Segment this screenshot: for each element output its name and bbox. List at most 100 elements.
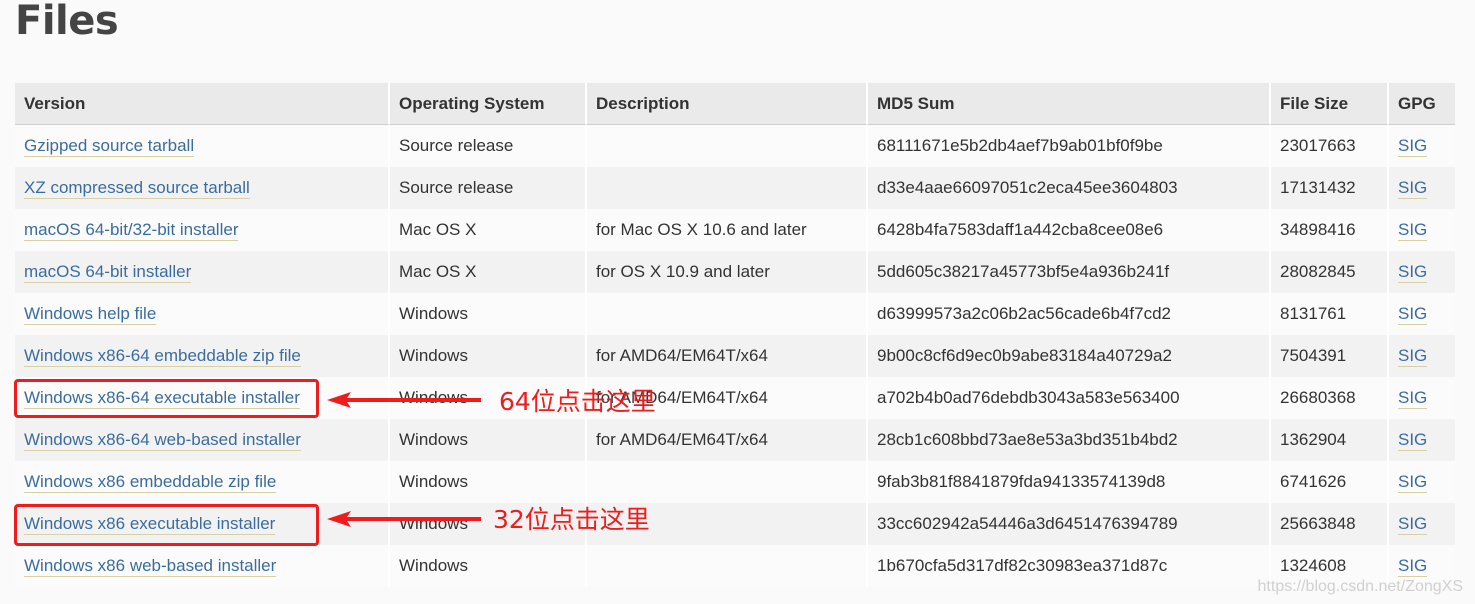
- cell-file-size: 23017663: [1271, 125, 1389, 167]
- cell-operating-system: Mac OS X: [390, 209, 587, 251]
- files-table: Version Operating System Description MD5…: [15, 83, 1455, 587]
- cell-md5-sum-text: 68111671e5b2db4aef7b9ab01bf0f9be: [877, 136, 1163, 155]
- cell-gpg: SIG: [1389, 293, 1455, 335]
- cell-operating-system: Windows: [390, 545, 587, 587]
- cell-gpg: SIG: [1389, 461, 1455, 503]
- cell-description-text: for Mac OS X 10.6 and later: [596, 220, 807, 239]
- gpg-sig-link[interactable]: SIG: [1398, 136, 1428, 157]
- cell-gpg: SIG: [1389, 419, 1455, 461]
- cell-version: Windows x86-64 embeddable zip file: [15, 335, 390, 377]
- cell-file-size: 17131432: [1271, 167, 1389, 209]
- note-64bit: 64位点击这里: [499, 387, 656, 416]
- cell-operating-system-text: Windows: [399, 304, 468, 323]
- cell-operating-system: Windows: [390, 293, 587, 335]
- cell-file-size-text: 17131432: [1280, 178, 1356, 197]
- gpg-sig-link[interactable]: SIG: [1398, 388, 1428, 409]
- gpg-sig-link[interactable]: SIG: [1398, 220, 1428, 241]
- cell-file-size: 7504391: [1271, 335, 1389, 377]
- cell-operating-system-text: Windows: [399, 472, 468, 491]
- gpg-sig-link[interactable]: SIG: [1398, 346, 1428, 367]
- table-row: Windows x86-64 executable installer Windo…: [15, 377, 1455, 419]
- cell-md5-sum: 33cc602942a54446a3d6451476394789: [868, 503, 1271, 545]
- download-link[interactable]: Windows x86-64 web-based installer: [24, 430, 301, 451]
- cell-md5-sum: 28cb1c608bbd73ae8e53a3bd351b4bd2: [868, 419, 1271, 461]
- cell-description: [587, 167, 868, 209]
- cell-version: macOS 64-bit installer: [15, 251, 390, 293]
- cell-md5-sum: a702b4b0ad76debdb3043a583e563400: [868, 377, 1271, 419]
- gpg-sig-link[interactable]: SIG: [1398, 178, 1428, 199]
- cell-md5-sum: 5dd605c38217a45773bf5e4a936b241f: [868, 251, 1271, 293]
- note-32bit: 32位点击这里: [493, 505, 650, 534]
- download-link[interactable]: Windows x86 embeddable zip file: [24, 472, 277, 493]
- gpg-sig-link[interactable]: SIG: [1398, 430, 1428, 451]
- cell-version: Windows x86 embeddable zip file: [15, 461, 390, 503]
- download-link[interactable]: Windows x86-64 embeddable zip file: [24, 346, 301, 367]
- table-row: Gzipped source tarball Source release 6811…: [15, 125, 1455, 167]
- table-row: macOS 64-bit/32-bit installer Mac OS X for…: [15, 209, 1455, 251]
- gpg-sig-link[interactable]: SIG: [1398, 304, 1428, 325]
- cell-operating-system-text: Windows: [399, 430, 468, 449]
- cell-version: Windows x86-64 executable installer: [15, 377, 390, 419]
- header-operating-system: Operating System: [390, 83, 587, 125]
- cell-file-size: 25663848: [1271, 503, 1389, 545]
- cell-description: for AMD64/EM64T/x64: [587, 419, 868, 461]
- cell-file-size: 1362904: [1271, 419, 1389, 461]
- download-link[interactable]: Gzipped source tarball: [24, 136, 195, 157]
- cell-operating-system-text: Mac OS X: [399, 220, 477, 239]
- cell-description: [587, 461, 868, 503]
- cell-operating-system: Source release: [390, 125, 587, 167]
- cell-md5-sum: 6428b4fa7583daff1a442cba8cee08e6: [868, 209, 1271, 251]
- table-row: Windows help file Windows d63999573a2c06b2…: [15, 293, 1455, 335]
- table-header-row: Version Operating System Description MD5…: [15, 83, 1455, 125]
- cell-operating-system-text: Windows: [399, 514, 468, 533]
- cell-md5-sum-text: d63999573a2c06b2ac56cade6b4f7cd2: [877, 304, 1171, 323]
- cell-file-size-text: 23017663: [1280, 136, 1356, 155]
- cell-file-size-text: 26680368: [1280, 388, 1356, 407]
- download-link[interactable]: Windows help file: [24, 304, 157, 325]
- download-link[interactable]: XZ compressed source tarball: [24, 178, 250, 199]
- cell-description: [587, 125, 868, 167]
- download-link[interactable]: Windows x86 executable installer: [24, 514, 276, 535]
- cell-md5-sum: 9b00c8cf6d9ec0b9abe83184a40729a2: [868, 335, 1271, 377]
- gpg-sig-link[interactable]: SIG: [1398, 514, 1428, 535]
- cell-description-text: for AMD64/EM64T/x64: [596, 346, 768, 365]
- header-description: Description: [587, 83, 868, 125]
- download-link[interactable]: macOS 64-bit installer: [24, 262, 192, 283]
- cell-file-size: 34898416: [1271, 209, 1389, 251]
- header-md5-sum: MD5 Sum: [868, 83, 1271, 125]
- cell-file-size-text: 1362904: [1280, 430, 1347, 449]
- cell-operating-system-text: Source release: [399, 136, 514, 155]
- download-link[interactable]: Windows x86-64 executable installer: [24, 388, 300, 409]
- cell-md5-sum-text: d33e4aae66097051c2eca45ee3604803: [877, 178, 1178, 197]
- gpg-sig-link[interactable]: SIG: [1398, 262, 1428, 283]
- table-row: Windows x86-64 web-based installer Window…: [15, 419, 1455, 461]
- header-version: Version: [15, 83, 390, 125]
- cell-gpg: SIG: [1389, 125, 1455, 167]
- cell-file-size: 28082845: [1271, 251, 1389, 293]
- cell-gpg: SIG: [1389, 209, 1455, 251]
- download-link[interactable]: macOS 64-bit/32-bit installer: [24, 220, 239, 241]
- cell-file-size-text: 28082845: [1280, 262, 1356, 281]
- download-link[interactable]: Windows x86 web-based installer: [24, 556, 277, 577]
- gpg-sig-link[interactable]: SIG: [1398, 556, 1428, 577]
- cell-file-size-text: 34898416: [1280, 220, 1356, 239]
- page-title: Files: [15, 0, 119, 44]
- cell-gpg: SIG: [1389, 377, 1455, 419]
- cell-file-size-text: 7504391: [1280, 346, 1347, 365]
- gpg-sig-link[interactable]: SIG: [1398, 472, 1428, 493]
- cell-version: Windows x86 web-based installer: [15, 545, 390, 587]
- cell-operating-system-text: Source release: [399, 178, 514, 197]
- watermark: https://blog.csdn.net/ZongXS: [1257, 578, 1463, 595]
- cell-gpg: SIG: [1389, 167, 1455, 209]
- cell-file-size-text: 25663848: [1280, 514, 1356, 533]
- cell-md5-sum-text: 1b670cfa5d317df82c30983ea371d87c: [877, 556, 1168, 575]
- cell-operating-system: Windows: [390, 335, 587, 377]
- table-row: XZ compressed source tarball Source relea…: [15, 167, 1455, 209]
- cell-md5-sum-text: 9fab3b81f8841879fda94133574139d8: [877, 472, 1166, 491]
- cell-operating-system: Windows: [390, 461, 587, 503]
- cell-version: Windows help file: [15, 293, 390, 335]
- cell-version: Windows x86-64 web-based installer: [15, 419, 390, 461]
- cell-md5-sum-text: a702b4b0ad76debdb3043a583e563400: [877, 388, 1180, 407]
- cell-md5-sum: 68111671e5b2db4aef7b9ab01bf0f9be: [868, 125, 1271, 167]
- cell-file-size-text: 1324608: [1280, 556, 1347, 575]
